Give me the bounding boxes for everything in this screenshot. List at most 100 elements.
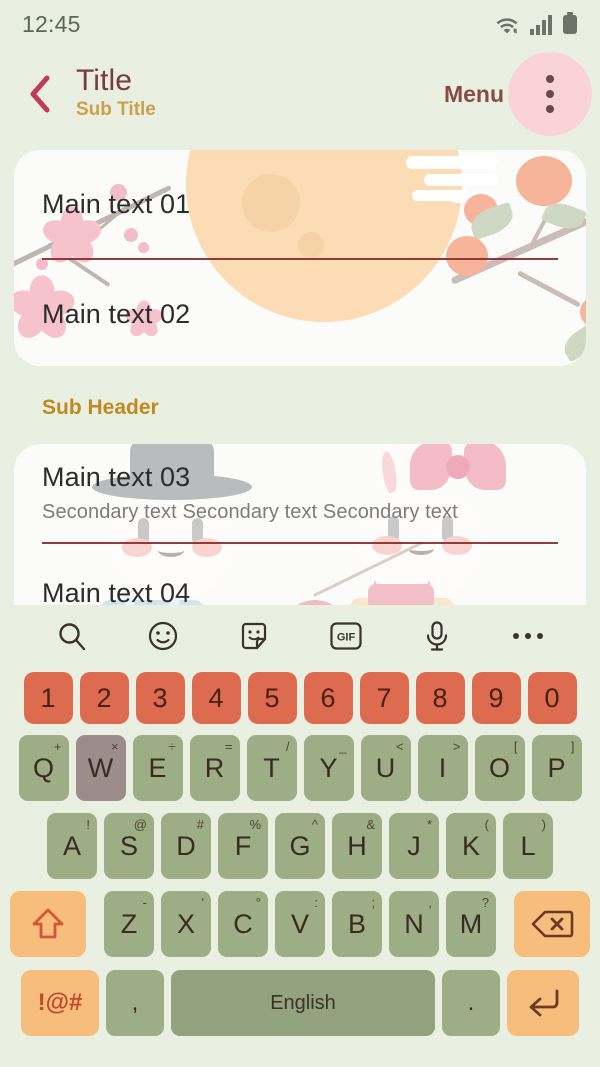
key-z-label: Z (120, 908, 138, 939)
overflow-menu-button[interactable] (508, 52, 592, 136)
key-k[interactable]: ( K (446, 813, 496, 879)
more-horizontal-icon[interactable] (511, 630, 545, 642)
shift-arrow-up-icon (32, 908, 64, 939)
key-5[interactable]: 5 (247, 672, 297, 724)
back-button[interactable] (14, 64, 66, 124)
sticker-icon[interactable] (238, 620, 270, 652)
shift-key[interactable] (10, 891, 86, 957)
key-3[interactable]: 3 (135, 672, 185, 724)
key-f[interactable]: % F (218, 813, 268, 879)
key-c[interactable]: ° C (218, 891, 268, 957)
content-area: Main text 01 Main text 02 Sub Header Mai… (0, 140, 600, 605)
app-bar: Title Sub Title Menu (0, 48, 600, 140)
key-n-alt: , (428, 895, 432, 910)
key-l-alt: ) (541, 817, 546, 832)
comma-key[interactable]: , (106, 970, 164, 1036)
emoji-icon[interactable] (147, 620, 179, 652)
key-o[interactable]: [ O (474, 735, 525, 801)
key-v-label: V (290, 908, 309, 939)
key-u-label: U (375, 752, 396, 783)
key-g-label: G (289, 830, 311, 861)
key-t-label: T (263, 752, 280, 783)
keyboard-row-q: + Q × W ÷ E = R / T _ Y < U > I [O] P (10, 729, 590, 807)
list-item[interactable]: Main text 02 (14, 260, 586, 366)
key-q[interactable]: + Q (18, 735, 69, 801)
keyboard-key-rows: 1 2 3 4 5 6 7 8 9 0 + Q × W ÷ E = R / T … (0, 667, 600, 1043)
backspace-delete-icon (531, 910, 574, 938)
key-a-label: A (62, 830, 81, 861)
key-s-label: S (119, 830, 138, 861)
key-m[interactable]: ? M (446, 891, 496, 957)
key-b[interactable]: ; B (332, 891, 382, 957)
page-title: Title (76, 63, 133, 97)
key-2[interactable]: 2 (79, 672, 129, 724)
key-a[interactable]: ! A (47, 813, 97, 879)
key-o-label: O (488, 752, 510, 783)
list-card-one: Main text 01 Main text 02 (14, 150, 586, 366)
key-6[interactable]: 6 (303, 672, 353, 724)
key-n[interactable]: , N (389, 891, 439, 957)
key-l[interactable]: ) L (503, 813, 553, 879)
key-0[interactable]: 0 (527, 672, 577, 724)
key-k-alt: ( (484, 817, 489, 832)
key-8[interactable]: 8 (415, 672, 465, 724)
key-w[interactable]: × W (75, 735, 126, 801)
key-z[interactable]: - Z (104, 891, 154, 957)
key-r[interactable]: = R (189, 735, 240, 801)
list-item[interactable]: Main text 03 Secondary text Secondary te… (14, 444, 586, 542)
list-item[interactable]: Main text 01 (14, 150, 586, 258)
enter-key[interactable] (507, 970, 579, 1036)
key-e-alt: ÷ (168, 739, 176, 754)
key-4[interactable]: 4 (191, 672, 241, 724)
key-h-alt: & (366, 817, 375, 832)
key-w-label: W (87, 752, 114, 783)
microphone-icon[interactable] (422, 620, 452, 652)
gif-icon[interactable]: GIF (329, 621, 363, 651)
keyboard-row-z: - Z ' X ° C : V ; B , N ? M (10, 885, 590, 963)
key-j-label: J (407, 830, 421, 861)
key-d[interactable]: # D (161, 813, 211, 879)
list-divider (42, 258, 558, 260)
status-time: 12:45 (22, 10, 81, 37)
keyboard-toolbar: GIF (0, 605, 600, 667)
key-y[interactable]: _ Y (303, 735, 354, 801)
title-block: Title Sub Title (76, 63, 444, 123)
key-l-label: L (520, 830, 536, 861)
key-v[interactable]: : V (275, 891, 325, 957)
key-g[interactable]: ^ G (275, 813, 325, 879)
key-1[interactable]: 1 (23, 672, 73, 724)
key-s[interactable]: @ S (104, 813, 154, 879)
symbols-key[interactable]: !@# (21, 970, 99, 1036)
period-key[interactable]: . (442, 970, 500, 1036)
search-icon[interactable] (56, 620, 88, 652)
list-item-main-text: Main text 01 (42, 188, 191, 219)
key-j[interactable]: * J (389, 813, 439, 879)
key-7[interactable]: 7 (359, 672, 409, 724)
wifi-icon (496, 18, 518, 34)
key-q-alt: + (53, 739, 62, 754)
key-p-label: P (547, 752, 566, 783)
key-m-label: M (459, 908, 483, 939)
key-t[interactable]: / T (246, 735, 297, 801)
key-f-alt: % (249, 817, 261, 832)
list-item-main-text: Main text 02 (42, 298, 191, 329)
list-item[interactable]: Main text 04 (14, 544, 586, 606)
key-e-label: E (148, 752, 167, 783)
key-i[interactable]: > I (417, 735, 468, 801)
key-h[interactable]: & H (332, 813, 382, 879)
backspace-key[interactable] (514, 891, 590, 957)
space-key[interactable]: English (171, 970, 435, 1036)
menu-button[interactable]: Menu (444, 81, 504, 108)
gif-label: GIF (336, 632, 355, 644)
key-k-label: K (461, 830, 480, 861)
key-h-label: H (347, 830, 367, 861)
key-d-label: D (176, 830, 196, 861)
key-u[interactable]: < U (360, 735, 411, 801)
key-p[interactable]: ] P (531, 735, 582, 801)
key-e[interactable]: ÷ E (132, 735, 183, 801)
key-9[interactable]: 9 (471, 672, 521, 724)
key-s-alt: @ (133, 817, 147, 832)
key-x[interactable]: ' X (161, 891, 211, 957)
key-d-alt: # (196, 817, 204, 832)
key-b-label: B (347, 908, 366, 939)
